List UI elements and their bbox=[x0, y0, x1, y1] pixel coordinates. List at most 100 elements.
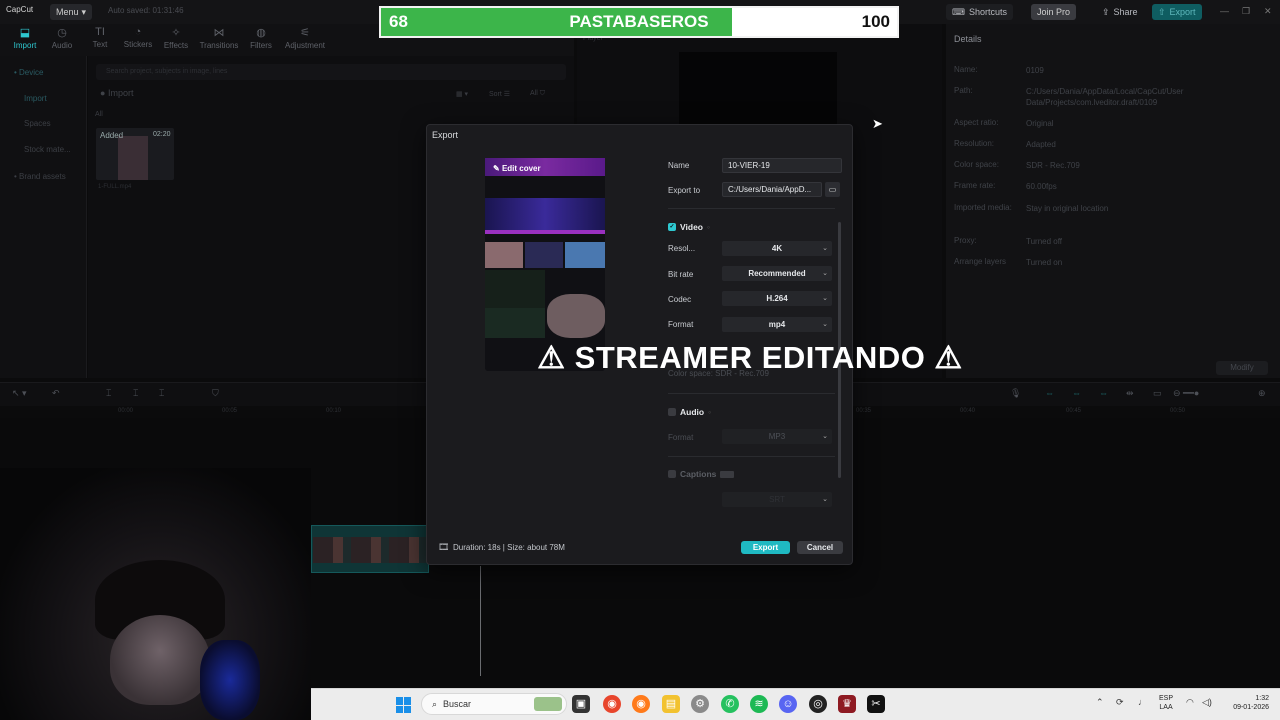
zoom-slider[interactable]: ⊖ ━━● bbox=[1173, 388, 1199, 399]
tool-filters[interactable]: ◍ Filters bbox=[239, 26, 283, 50]
tool-label: Text bbox=[92, 40, 108, 49]
media-search-input[interactable]: Search project, subjects in image, lines bbox=[96, 64, 566, 80]
minimize-icon[interactable]: — bbox=[1220, 6, 1229, 16]
windows-start-icon[interactable] bbox=[396, 697, 412, 713]
chrome-icon[interactable]: ◉ bbox=[603, 695, 621, 713]
ruler-tick: 00:45 bbox=[1066, 408, 1082, 414]
link-icon[interactable]: ⇔ bbox=[1045, 388, 1054, 398]
thumbnail-image bbox=[118, 136, 148, 180]
zoom-fit-icon[interactable]: ⊕ bbox=[1258, 388, 1266, 399]
export-path-input[interactable]: C:/Users/Dania/AppD... bbox=[722, 182, 822, 197]
format-select[interactable]: mp4 ⌄ bbox=[722, 317, 832, 332]
preview-icon[interactable]: ▭ bbox=[1153, 388, 1162, 399]
file-explorer-icon[interactable]: ▤ bbox=[662, 695, 680, 713]
volume-icon[interactable]: ◁) bbox=[1202, 697, 1212, 708]
snap-icon[interactable]: ⇔ bbox=[1099, 388, 1108, 398]
webcam-blue-light bbox=[200, 640, 260, 720]
undo-icon[interactable]: ↶ bbox=[52, 388, 60, 399]
audio-checkbox[interactable] bbox=[668, 408, 676, 416]
split-right-icon[interactable]: ⌶ bbox=[159, 388, 164, 399]
folder-icon[interactable]: ▭ bbox=[825, 182, 840, 197]
video-section-toggle[interactable]: ✓ Video ◦ bbox=[668, 222, 710, 232]
export-button[interactable]: Export bbox=[741, 541, 790, 554]
capcut-icon[interactable]: ✂ bbox=[867, 695, 885, 713]
view-toggle-icon[interactable]: ▦ ▾ bbox=[456, 90, 468, 98]
ruler-tick: 00:40 bbox=[960, 408, 976, 414]
export-top-button[interactable]: ⇧ Export bbox=[1152, 4, 1202, 20]
captions-checkbox[interactable] bbox=[668, 470, 676, 478]
resolution-select[interactable]: 4K ⌄ bbox=[722, 241, 832, 256]
audio-section-toggle[interactable]: Audio ◦ bbox=[668, 407, 711, 417]
sidebar-item-brand-assets[interactable]: • Brand assets bbox=[14, 172, 66, 181]
tool-label: Adjustment bbox=[284, 41, 326, 50]
detail-label: Color space: bbox=[954, 160, 999, 169]
taskbar-search-input[interactable]: ⌕ Buscar bbox=[421, 693, 567, 715]
app-icon[interactable]: ♛ bbox=[838, 695, 856, 713]
sidebar-item-import[interactable]: Import bbox=[24, 94, 47, 103]
whatsapp-icon[interactable]: ✆ bbox=[721, 695, 739, 713]
tool-effects[interactable]: ✧ Effects bbox=[154, 26, 198, 50]
firefox-icon[interactable]: ◉ bbox=[632, 695, 650, 713]
align-icon[interactable]: ⇹ bbox=[1126, 388, 1134, 399]
player-video[interactable] bbox=[679, 52, 837, 124]
join-pro-button[interactable]: Join Pro bbox=[1031, 4, 1077, 20]
tool-adjustment[interactable]: ⚟ Adjustment bbox=[283, 26, 327, 50]
chevron-down-icon: ⌄ bbox=[822, 433, 828, 440]
task-view-icon[interactable]: ▣ bbox=[572, 695, 590, 713]
tray-app-icon[interactable]: ⟳ bbox=[1116, 697, 1124, 708]
sidebar-item-spaces[interactable]: Spaces bbox=[24, 119, 51, 128]
filter-button[interactable]: All ⛉ bbox=[530, 90, 545, 98]
maximize-icon[interactable]: ❐ bbox=[1242, 6, 1250, 17]
codec-value: H.264 bbox=[766, 294, 788, 303]
steam-icon[interactable]: ⚙ bbox=[691, 695, 709, 713]
split-icon[interactable]: ⌶ bbox=[106, 388, 111, 399]
resolution-value: 4K bbox=[771, 244, 783, 253]
close-icon[interactable]: ✕ bbox=[1264, 6, 1272, 17]
tray-expand-icon[interactable]: ⌃ bbox=[1096, 697, 1104, 708]
bitrate-select[interactable]: Recommended ⌄ bbox=[722, 266, 832, 281]
media-import-button[interactable]: ● Import bbox=[100, 88, 133, 98]
export-summary: Duration: 18s | Size: about 78M bbox=[453, 543, 565, 552]
taskbar-clock[interactable]: 1:32 09-01-2026 bbox=[1225, 694, 1269, 712]
captions-format-select[interactable]: SRT ⌄ bbox=[722, 492, 832, 507]
sidebar-item-device[interactable]: • Device bbox=[14, 68, 43, 77]
obs-icon[interactable]: ◎ bbox=[809, 695, 827, 713]
sort-button[interactable]: Sort ☰ bbox=[489, 90, 510, 98]
detail-label: Name: bbox=[954, 65, 978, 74]
sidebar-item-stock[interactable]: Stock mate... bbox=[24, 145, 71, 154]
select-tool-icon[interactable]: ↖ ▾ bbox=[12, 388, 27, 399]
microphone-tray-icon[interactable]: ♩ bbox=[1138, 697, 1147, 707]
thumbnail-filename: 1-FULL.mp4 bbox=[98, 184, 132, 190]
microphone-icon[interactable]: 🎙 bbox=[1010, 388, 1021, 399]
detail-label: Aspect ratio: bbox=[954, 118, 999, 127]
streamer-banner: ⚠ STREAMER EDITANDO ⚠ bbox=[537, 340, 963, 375]
share-button[interactable]: ⇪ Share bbox=[1096, 4, 1144, 20]
detail-label: Proxy: bbox=[954, 236, 977, 245]
marker-icon[interactable]: ⛉ bbox=[212, 388, 219, 399]
spotify-icon[interactable]: ≋ bbox=[750, 695, 768, 713]
discord-icon[interactable]: ☺ bbox=[779, 695, 797, 713]
menu-button[interactable]: Menu ▾ bbox=[50, 4, 92, 20]
shortcuts-button[interactable]: ⌨ Shortcuts bbox=[946, 4, 1014, 20]
magnet-icon[interactable]: ⇔ bbox=[1072, 388, 1081, 398]
clip-frames bbox=[313, 537, 427, 563]
modify-button[interactable]: Modify bbox=[1216, 361, 1268, 375]
added-badge: Added bbox=[100, 131, 124, 140]
playhead[interactable] bbox=[480, 566, 481, 676]
cover-frame bbox=[485, 242, 523, 268]
effects-icon: ✧ bbox=[171, 27, 181, 39]
cancel-button[interactable]: Cancel bbox=[797, 541, 843, 554]
captions-section-toggle[interactable]: Captions bbox=[668, 469, 735, 479]
language-indicator[interactable]: ESP LAA bbox=[1159, 694, 1173, 712]
audio-format-select[interactable]: MP3 ⌄ bbox=[722, 429, 832, 444]
edit-cover-button[interactable]: ✎ Edit cover bbox=[493, 164, 541, 173]
video-checkbox[interactable]: ✓ bbox=[668, 223, 676, 231]
tool-transitions[interactable]: ⋈ Transitions bbox=[197, 26, 241, 50]
detail-value: Turned on bbox=[1026, 258, 1063, 267]
name-input[interactable]: 10-VIER-19 bbox=[722, 158, 842, 173]
tool-label: Import bbox=[13, 41, 37, 50]
split-left-icon[interactable]: ⌶ bbox=[133, 388, 138, 399]
wifi-icon[interactable]: ◠ bbox=[1186, 697, 1194, 708]
codec-select[interactable]: H.264 ⌄ bbox=[722, 291, 832, 306]
detail-label: Imported media: bbox=[954, 203, 1012, 212]
